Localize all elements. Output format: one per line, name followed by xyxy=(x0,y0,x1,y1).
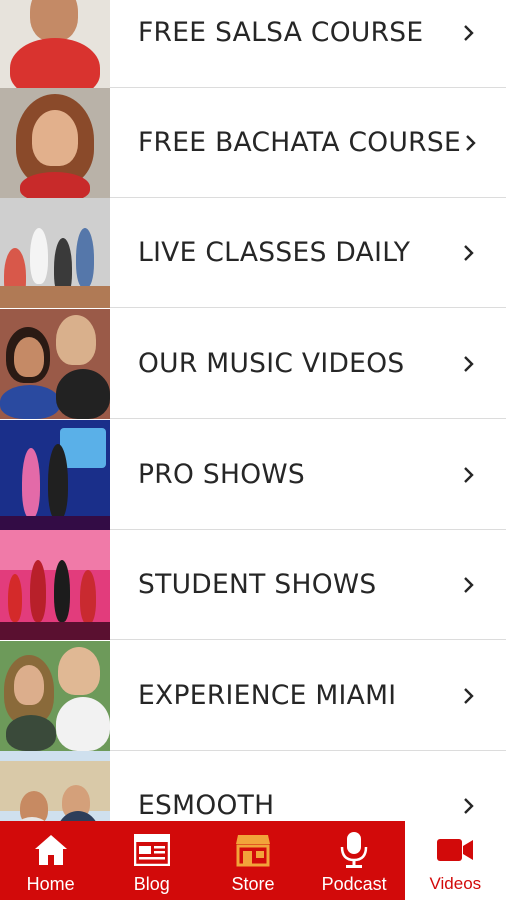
list-item-live-classes-daily[interactable]: LIVE CLASSES DAILY xyxy=(0,197,506,308)
tab-videos[interactable]: Videos xyxy=(404,821,506,900)
tab-store[interactable]: Store xyxy=(202,821,303,900)
chevron-right-icon xyxy=(458,353,480,375)
tab-podcast[interactable]: Podcast xyxy=(304,821,405,900)
list-item-esmooth[interactable]: ESMOOTH xyxy=(0,750,506,821)
home-icon xyxy=(31,830,71,870)
bottom-tab-bar: Home Blog Store Podcast Videos xyxy=(0,821,506,900)
student-show-thumbnail xyxy=(0,529,110,640)
chevron-right-icon xyxy=(458,574,480,596)
chevron-right-icon xyxy=(458,464,480,486)
list-item-label: ESMOOTH xyxy=(138,790,275,821)
list-item-label: LIVE CLASSES DAILY xyxy=(138,237,411,268)
list-item-free-bachata-course[interactable]: FREE BACHATA COURSE xyxy=(0,87,506,198)
list-item-our-music-videos[interactable]: OUR MUSIC VIDEOS xyxy=(0,308,506,419)
list-item-student-shows[interactable]: STUDENT SHOWS xyxy=(0,529,506,640)
list-item-label: PRO SHOWS xyxy=(138,459,306,490)
blog-icon xyxy=(132,830,172,870)
list-item-free-salsa-course[interactable]: FREE SALSA COURSE xyxy=(0,0,506,88)
tab-label: Home xyxy=(26,874,75,894)
list-item-experience-miami[interactable]: EXPERIENCE MIAMI xyxy=(0,640,506,751)
tab-blog[interactable]: Blog xyxy=(101,821,202,900)
chevron-right-icon xyxy=(458,795,480,817)
list-item-label: EXPERIENCE MIAMI xyxy=(138,680,397,711)
salsa-instructor-thumbnail xyxy=(0,0,110,88)
class-group-thumbnail xyxy=(0,197,110,308)
video-camera-icon xyxy=(435,830,475,870)
chevron-right-icon xyxy=(458,242,480,264)
list-item-label: FREE BACHATA COURSE xyxy=(138,127,462,158)
video-category-list: FREE SALSA COURSE FREE BACHATA COURSE LI… xyxy=(0,0,506,821)
list-item-pro-shows[interactable]: PRO SHOWS xyxy=(0,419,506,530)
tab-label: Blog xyxy=(133,874,170,894)
list-item-label: FREE SALSA COURSE xyxy=(138,17,424,48)
list-item-label: STUDENT SHOWS xyxy=(138,569,377,600)
pro-show-thumbnail xyxy=(0,419,110,530)
tab-label: Videos xyxy=(429,874,482,893)
tab-label: Store xyxy=(231,874,275,894)
music-video-thumbnail xyxy=(0,308,110,419)
tab-label: Podcast xyxy=(321,874,387,894)
store-icon xyxy=(233,830,273,870)
bachata-instructor-thumbnail xyxy=(0,87,110,198)
miami-couple-thumbnail xyxy=(0,640,110,751)
chevron-right-icon xyxy=(461,132,480,154)
chevron-right-icon xyxy=(458,685,480,707)
microphone-icon xyxy=(334,830,374,870)
chevron-right-icon xyxy=(458,22,480,44)
tab-home[interactable]: Home xyxy=(0,821,101,900)
list-item-label: OUR MUSIC VIDEOS xyxy=(138,348,405,379)
esmooth-thumbnail xyxy=(0,750,110,821)
